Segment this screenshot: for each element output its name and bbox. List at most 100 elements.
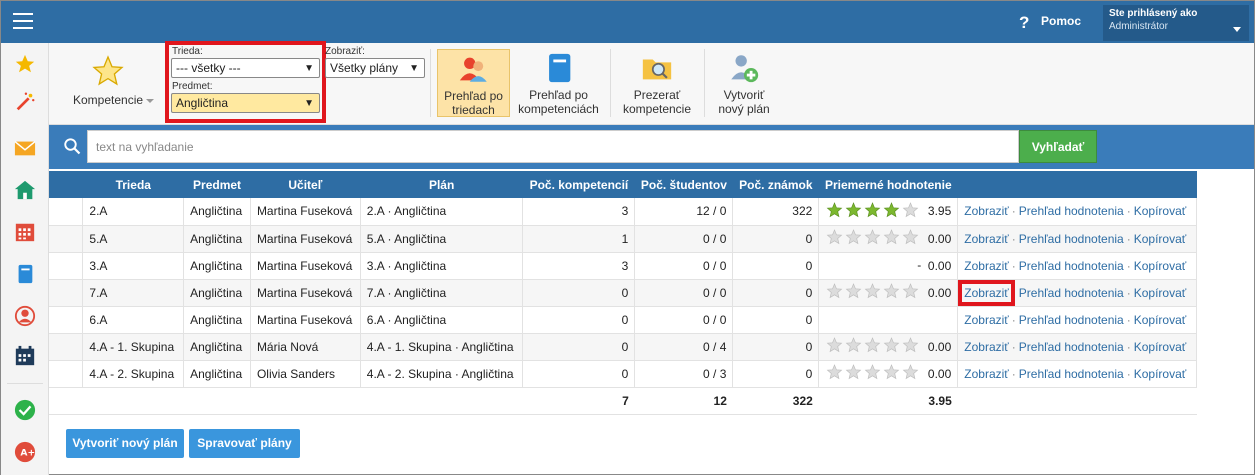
zobrazit-link[interactable]: Zobraziť [964, 367, 1009, 381]
schedule-icon[interactable] [14, 345, 36, 367]
search-button[interactable]: Vyhľadať [1019, 130, 1097, 163]
vytvorit-novy-plan-button[interactable]: Vytvoriť nový plán [66, 429, 184, 458]
column-header-trieda[interactable]: Trieda [82, 171, 184, 198]
rating-star-icon [826, 283, 843, 299]
prehlad-po-triedach-line1: Prehľad po [444, 89, 503, 103]
zobrazit-link[interactable]: Zobraziť [964, 340, 1009, 354]
rating-value: 0.00 [927, 231, 952, 246]
prezerat-kompetencie-line2: kompetencie [622, 102, 692, 116]
rating-star-icon [864, 283, 881, 299]
help-link[interactable]: Pomoc [1041, 14, 1081, 28]
rating-value: 3.95 [927, 204, 952, 219]
zobrazit-select[interactable]: Všetky plány ▼ [325, 58, 425, 78]
prehlad-hodnotenia-link[interactable]: Prehľad hodnotenia [1019, 232, 1124, 246]
cell-predmet: Angličtina [183, 225, 251, 253]
zobrazit-link[interactable]: Zobraziť [964, 259, 1009, 273]
cell-hodnotenie: -0.00 [818, 252, 959, 280]
zobrazit-link[interactable]: Zobraziť [964, 313, 1009, 327]
toolbar-divider [704, 49, 705, 117]
prehlad-po-kompetenciach-button[interactable]: Prehľad po kompetenciách [516, 49, 601, 117]
column-header-studenti[interactable]: Poč. študentov [634, 171, 733, 198]
kopirovat-link[interactable]: Kopírovať [1134, 313, 1187, 327]
separator-dot: · [1126, 231, 1131, 246]
cell-actions: Zobraziť · Prehľad hodnotenia · Kopírovať [957, 252, 1197, 280]
total-kompetencie: 7 [522, 387, 635, 415]
prezerat-kompetencie-button[interactable]: Prezerať kompetencie [619, 49, 695, 117]
column-header-predmet[interactable]: Predmet [183, 171, 251, 198]
zobrazit-link[interactable]: Zobraziť [958, 279, 1015, 306]
zobrazit-link[interactable]: Zobraziť [964, 204, 1009, 218]
home-icon[interactable] [14, 179, 36, 201]
column-header-kompetencie[interactable]: Poč. kompetencií [522, 171, 635, 198]
table-body: 2.A Angličtina Martina Fuseková 2.A · Angli… [49, 198, 1197, 415]
book-icon[interactable] [14, 263, 36, 285]
help-icon[interactable]: ? [1019, 13, 1029, 33]
prehlad-hodnotenia-link[interactable]: Prehľad hodnotenia [1019, 340, 1124, 354]
rating-star-icon [845, 364, 862, 380]
kopirovat-link[interactable]: Kopírovať [1134, 232, 1187, 246]
grade-icon[interactable]: A+ [14, 441, 36, 463]
spravovat-plany-button[interactable]: Spravovať plány [189, 429, 300, 458]
cell-hodnotenie: 0.00 [818, 360, 959, 388]
user-logged-as-label: Ste prihlásený ako [1109, 8, 1198, 19]
cell-plan: 4.A - 1. Skupina · Angličtina [360, 333, 524, 361]
rating-stars [826, 337, 921, 356]
rating-stars [826, 229, 921, 248]
separator-dot: · [1011, 231, 1016, 246]
cell-actions: Zobraziť · Prehľad hodnotenia · Kopírovať [957, 306, 1197, 334]
table-row: 5.A Angličtina Martina Fuseková 5.A · Angli… [49, 225, 1197, 253]
kopirovat-link[interactable]: Kopírovať [1134, 259, 1187, 273]
prehlad-hodnotenia-link[interactable]: Prehľad hodnotenia [1019, 286, 1124, 300]
search-bar: text na vyhľadanie Vyhľadať [49, 125, 1254, 169]
prehlad-hodnotenia-link[interactable]: Prehľad hodnotenia [1019, 313, 1124, 327]
prehlad-hodnotenia-link[interactable]: Prehľad hodnotenia [1019, 204, 1124, 218]
kopirovat-link[interactable]: Kopírovať [1134, 367, 1187, 381]
hamburger-menu-icon[interactable] [13, 13, 33, 29]
column-header-znamky[interactable]: Poč. známok [732, 171, 819, 198]
kopirovat-link[interactable]: Kopírovať [1134, 204, 1187, 218]
cell-studenti: 0 / 0 [634, 306, 734, 334]
table-header-row: Trieda Predmet Učiteľ Plán Poč. kompeten… [49, 171, 1197, 198]
cell-kompetencie: 3 [522, 198, 636, 226]
trieda-select[interactable]: --- všetky --- ▼ [171, 58, 320, 78]
user-icon[interactable] [14, 305, 36, 327]
check-icon[interactable] [14, 399, 36, 421]
cell-studenti: 12 / 0 [634, 198, 734, 226]
kopirovat-link[interactable]: Kopírovať [1134, 340, 1187, 354]
column-header-plan[interactable]: Plán [360, 171, 523, 198]
cell-plan: 4.A - 2. Skupina · Angličtina [360, 360, 524, 388]
mail-icon[interactable] [14, 137, 36, 159]
zobrazit-link[interactable]: Zobraziť [964, 232, 1009, 246]
rating-star-icon [883, 201, 900, 217]
toolbar-divider [430, 49, 431, 117]
cell-studenti: 0 / 0 [634, 279, 734, 307]
prehlad-po-triedach-line2: triedach [452, 103, 495, 117]
cell-actions: Zobraziť · Prehľad hodnotenia · Kopírovať [957, 333, 1197, 361]
star-icon[interactable] [14, 53, 36, 75]
prehlad-po-triedach-button[interactable]: Prehľad po triedach [437, 49, 510, 117]
search-input[interactable]: text na vyhľadanie [87, 130, 1019, 163]
prehlad-hodnotenia-link[interactable]: Prehľad hodnotenia [1019, 259, 1124, 273]
cell-plan: 7.A · Angličtina [360, 279, 524, 307]
vytvorit-novy-plan-toolbar-button[interactable]: Vytvoriť nový plán [711, 49, 777, 117]
cell-znamky: 0 [732, 306, 820, 334]
user-menu[interactable]: Ste prihlásený ako Administrátor [1103, 5, 1249, 41]
separator-dot: · [1126, 366, 1131, 381]
prehlad-hodnotenia-link[interactable]: Prehľad hodnotenia [1019, 367, 1124, 381]
column-header-hodnotenie[interactable]: Priemerné hodnotenie [818, 171, 958, 198]
star-icon[interactable] [91, 55, 125, 87]
column-header-actions [957, 171, 1197, 198]
magic-wand-icon[interactable] [14, 91, 36, 113]
predmet-select[interactable]: Angličtina ▼ [171, 93, 320, 113]
table-row: 4.A - 1. Skupina Angličtina Mária Nová 4.A … [49, 333, 1197, 361]
calendar-icon[interactable] [14, 221, 36, 243]
cell-znamky: 0 [732, 252, 820, 280]
kompetencie-menu[interactable]: Kompetencie [73, 93, 155, 107]
cell-kompetencie: 0 [522, 360, 636, 388]
kopirovat-link[interactable]: Kopírovať [1134, 286, 1187, 300]
column-header-ucitel[interactable]: Učiteľ [250, 171, 361, 198]
rating-stars [826, 283, 921, 302]
rating-star-icon [864, 201, 881, 217]
cell-actions: Zobraziť · Prehľad hodnotenia · Kopírovať [957, 360, 1197, 388]
rating-star-icon [902, 364, 919, 380]
